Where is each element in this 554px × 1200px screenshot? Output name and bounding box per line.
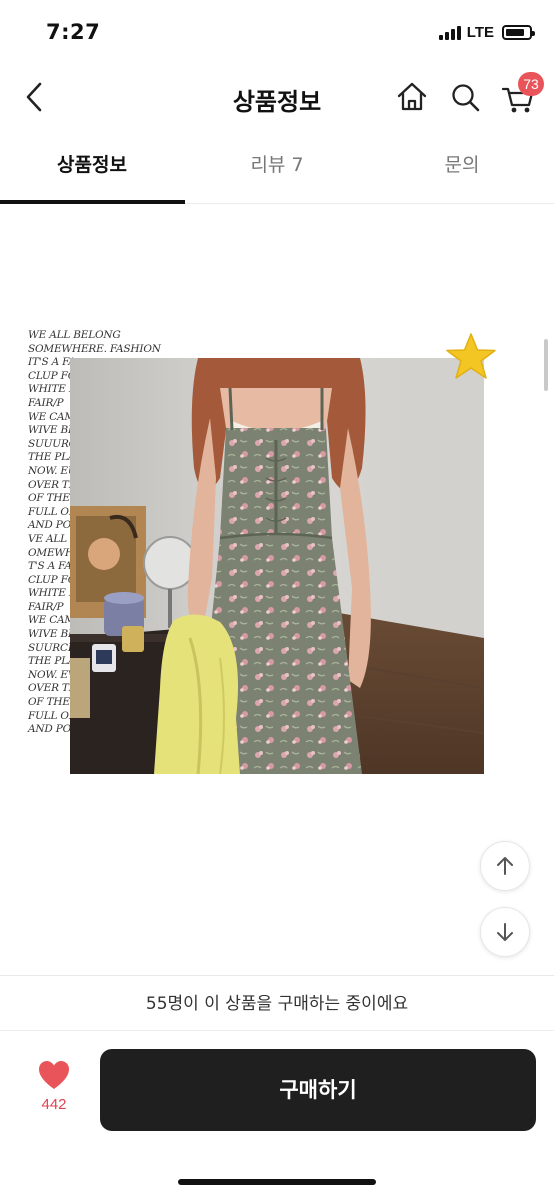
scrollbar-thumb[interactable]: [544, 339, 548, 391]
network-label: LTE: [466, 24, 494, 41]
home-button[interactable]: [394, 78, 430, 116]
active-tab-indicator: [0, 200, 185, 204]
battery-icon: [502, 25, 535, 40]
status-bar: 7:27 LTE: [0, 0, 554, 62]
tab-reviews[interactable]: 리뷰 7: [185, 132, 369, 204]
tab-product-info[interactable]: 상품정보: [0, 132, 184, 204]
buy-button[interactable]: 구매하기: [100, 1049, 536, 1131]
search-button[interactable]: [448, 78, 484, 116]
heart-icon: [39, 1061, 69, 1089]
poem-line: WE ALL BELONG: [28, 329, 121, 341]
scroll-bottom-button[interactable]: [480, 907, 530, 957]
app-header: 상품정보: [0, 62, 554, 132]
arrow-down-icon: [497, 923, 513, 941]
product-photo: [70, 358, 484, 774]
cart-count-badge: 73: [518, 72, 544, 96]
like-count: 442: [41, 1096, 67, 1113]
status-time: 7:27: [46, 20, 101, 44]
arrow-up-icon: [497, 857, 513, 875]
poem-line: SOMEWHERE. FASHION: [28, 342, 161, 355]
tab-bar: 상품정보 리뷰 7 문의: [0, 132, 554, 204]
star-sticker-icon: [446, 333, 496, 379]
search-icon: [452, 84, 480, 112]
buying-now-notice: 55명이 이 상품을 구매하는 중이에요: [0, 975, 554, 1031]
tab-inquiry[interactable]: 문의: [370, 132, 554, 204]
status-indicators: LTE: [438, 24, 535, 41]
home-icon: [397, 82, 427, 111]
purchase-action-bar: 442 구매하기: [0, 1031, 554, 1200]
signal-bars-icon: [438, 25, 461, 40]
like-button[interactable]: 442: [30, 1059, 78, 1119]
scroll-top-button[interactable]: [480, 841, 530, 891]
home-indicator: [178, 1179, 376, 1185]
product-detail-content: WE ALL BELONG SOMEWHERE. FASHION IT'S A FA…: [0, 205, 554, 975]
